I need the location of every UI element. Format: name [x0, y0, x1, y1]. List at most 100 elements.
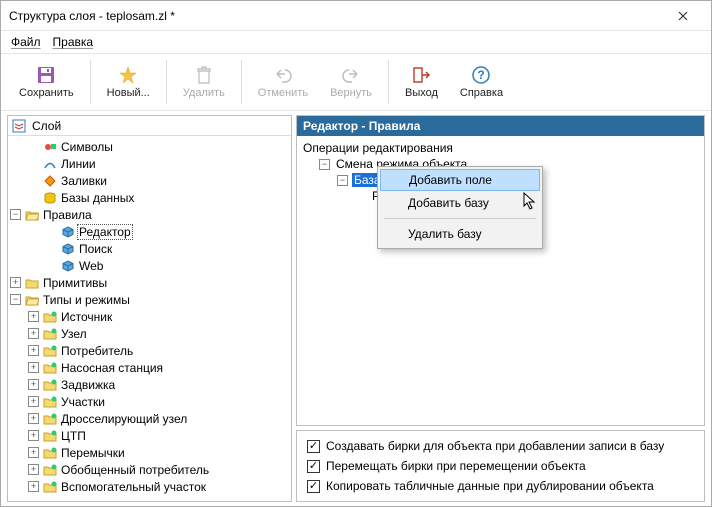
- tree-item[interactable]: +Вспомогательный участок: [10, 478, 289, 495]
- tree-item-symbols[interactable]: Символы: [10, 138, 289, 155]
- expand-icon[interactable]: +: [28, 328, 39, 339]
- expand-icon[interactable]: +: [28, 379, 39, 390]
- folder-new-icon: [43, 310, 57, 324]
- titlebar: Структура слоя - teplosam.zl *: [1, 1, 711, 31]
- exit-button[interactable]: Выход: [395, 56, 448, 108]
- database-icon: [43, 191, 57, 205]
- window-title: Структура слоя - teplosam.zl *: [9, 9, 663, 23]
- layer-icon: [12, 119, 26, 133]
- tree-item[interactable]: +Дросселирующий узел: [10, 410, 289, 427]
- tree-item-editor[interactable]: Редактор: [10, 223, 289, 240]
- tree-item[interactable]: +Задвижка: [10, 376, 289, 393]
- delete-label: Удалить: [181, 87, 227, 99]
- close-icon: [678, 11, 688, 21]
- tree-item[interactable]: +Участки: [10, 393, 289, 410]
- delete-icon: [194, 65, 214, 85]
- right-bottom-panel: ✓Создавать бирки для объекта при добавле…: [296, 430, 705, 502]
- collapse-icon[interactable]: −: [319, 159, 330, 170]
- redo-button[interactable]: Вернуть: [320, 56, 382, 108]
- folder-new-icon: [43, 429, 57, 443]
- tree-item[interactable]: +Источник: [10, 308, 289, 325]
- tree-item-typesmodes[interactable]: −Типы и режимы: [10, 291, 289, 308]
- help-button[interactable]: ? Справка: [450, 56, 513, 108]
- tree-item[interactable]: +ЦТП: [10, 427, 289, 444]
- menu-edit[interactable]: Правка: [49, 33, 98, 51]
- tree-item-databases[interactable]: Базы данных: [10, 189, 289, 206]
- expand-icon[interactable]: +: [28, 396, 39, 407]
- toolbar-sep: [90, 60, 91, 104]
- menubar: Файл Правка: [1, 31, 711, 53]
- redo-label: Вернуть: [328, 87, 374, 99]
- folder-new-icon: [43, 361, 57, 375]
- svg-text:?: ?: [478, 68, 485, 82]
- new-label: Новый...: [105, 87, 152, 99]
- checkbox-checked-icon: ✓: [307, 480, 320, 493]
- ctx-sep: [384, 218, 536, 219]
- ctx-del-base[interactable]: Удалить базу: [380, 222, 540, 246]
- tree-item[interactable]: +Перемычки: [10, 444, 289, 461]
- expand-icon[interactable]: +: [10, 277, 21, 288]
- check-move-tags[interactable]: ✓Перемещать бирки при перемещении объект…: [307, 459, 694, 473]
- expand-icon[interactable]: +: [28, 413, 39, 424]
- check-create-tags[interactable]: ✓Создавать бирки для объекта при добавле…: [307, 439, 694, 453]
- new-button[interactable]: Новый...: [97, 56, 160, 108]
- undo-icon: [273, 65, 293, 85]
- lines-icon: [43, 157, 57, 171]
- checkbox-checked-icon: ✓: [307, 440, 320, 453]
- exit-icon: [411, 65, 431, 85]
- close-button[interactable]: [663, 2, 703, 30]
- symbols-icon: [43, 140, 57, 154]
- folder-icon: [25, 276, 39, 290]
- expand-icon[interactable]: +: [28, 481, 39, 492]
- collapse-icon[interactable]: −: [10, 209, 21, 220]
- toolbar-sep: [388, 60, 389, 104]
- right-header: Редактор - Правила: [297, 116, 704, 136]
- tree-item[interactable]: +Насосная станция: [10, 359, 289, 376]
- tree-item-fills[interactable]: Заливки: [10, 172, 289, 189]
- undo-button[interactable]: Отменить: [248, 56, 318, 108]
- folder-new-icon: [43, 344, 57, 358]
- tree-item-lines[interactable]: Линии: [10, 155, 289, 172]
- left-tree[interactable]: Символы Линии Заливки Базы данных −Прави…: [8, 136, 291, 501]
- left-header-label: Слой: [32, 119, 61, 133]
- window: Структура слоя - teplosam.zl * Файл Прав…: [0, 0, 712, 507]
- folder-new-icon: [43, 463, 57, 477]
- redo-icon: [341, 65, 361, 85]
- folder-open-icon: [25, 208, 39, 222]
- expand-icon[interactable]: +: [28, 447, 39, 458]
- ctx-add-base[interactable]: Добавить базу: [380, 191, 540, 215]
- ctx-add-field[interactable]: Добавить поле: [380, 169, 540, 191]
- expand-icon[interactable]: +: [28, 345, 39, 356]
- expand-icon[interactable]: +: [28, 362, 39, 373]
- exit-label: Выход: [403, 87, 440, 99]
- expand-icon[interactable]: +: [28, 464, 39, 475]
- tree-item-rules[interactable]: −Правила: [10, 206, 289, 223]
- collapse-icon[interactable]: −: [10, 294, 21, 305]
- menu-file[interactable]: Файл: [7, 33, 45, 51]
- new-icon: [118, 65, 138, 85]
- save-icon: [36, 65, 56, 85]
- toolbar: Сохранить Новый... Удалить Отменить Верн…: [1, 53, 711, 111]
- right-top-panel: Редактор - Правила Операции редактирован…: [296, 115, 705, 426]
- save-button[interactable]: Сохранить: [9, 56, 84, 108]
- help-icon: ?: [471, 65, 491, 85]
- left-panel: Слой Символы Линии Заливки Базы данных −…: [7, 115, 292, 502]
- context-menu: Добавить поле Добавить базу Удалить базу: [377, 166, 543, 249]
- collapse-icon[interactable]: −: [337, 175, 348, 186]
- expand-icon[interactable]: +: [28, 430, 39, 441]
- toolbar-sep: [241, 60, 242, 104]
- folder-new-icon: [43, 378, 57, 392]
- body: Слой Символы Линии Заливки Базы данных −…: [1, 111, 711, 506]
- tree-item[interactable]: +Потребитель: [10, 342, 289, 359]
- tree-item-web[interactable]: Web: [10, 257, 289, 274]
- tree-item[interactable]: +Обобщенный потребитель: [10, 461, 289, 478]
- delete-button[interactable]: Удалить: [173, 56, 235, 108]
- folder-new-icon: [43, 446, 57, 460]
- rtree-root[interactable]: Операции редактирования: [301, 140, 700, 156]
- expand-icon[interactable]: +: [28, 311, 39, 322]
- cube-icon: [61, 259, 75, 273]
- tree-item[interactable]: +Узел: [10, 325, 289, 342]
- tree-item-primitives[interactable]: +Примитивы: [10, 274, 289, 291]
- check-copy-table[interactable]: ✓Копировать табличные данные при дублиро…: [307, 479, 694, 493]
- tree-item-search[interactable]: Поиск: [10, 240, 289, 257]
